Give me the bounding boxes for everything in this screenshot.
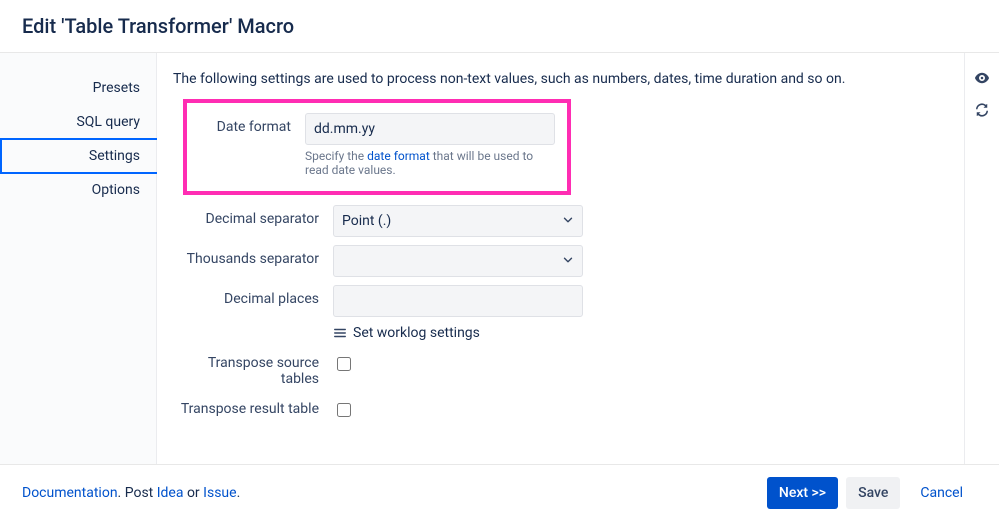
date-format-hint: Specify the date format that will be use…: [305, 149, 555, 177]
dialog-footer: Documentation. Post Idea or Issue. Next …: [0, 465, 999, 520]
transpose-result-checkbox[interactable]: [337, 403, 351, 417]
date-format-input[interactable]: [305, 113, 555, 145]
preview-icon[interactable]: [973, 69, 991, 87]
decimal-places-label: Decimal places: [173, 285, 333, 307]
tab-sql-query[interactable]: SQL query: [0, 105, 156, 139]
menu-icon: [333, 326, 347, 340]
intro-text: The following settings are used to proce…: [173, 71, 948, 87]
footer-links: Documentation. Post Idea or Issue.: [22, 485, 759, 501]
tab-presets[interactable]: Presets: [0, 71, 156, 105]
transpose-source-checkbox[interactable]: [337, 357, 351, 371]
settings-panel: The following settings are used to proce…: [156, 53, 965, 464]
next-button[interactable]: Next >>: [767, 477, 838, 509]
tab-settings[interactable]: Settings: [0, 139, 156, 173]
issue-link[interactable]: Issue: [203, 485, 236, 501]
decimal-separator-label: Decimal separator: [173, 205, 333, 227]
tab-options[interactable]: Options: [0, 173, 156, 207]
dialog-title: Edit 'Table Transformer' Macro: [0, 0, 999, 53]
sidebar: Presets SQL query Settings Options: [0, 53, 156, 464]
transpose-source-label: Transpose source tables: [173, 349, 333, 387]
save-button[interactable]: Save: [846, 477, 900, 509]
worklog-settings-label: Set worklog settings: [353, 325, 480, 341]
dialog-body: Presets SQL query Settings Options The f…: [0, 53, 999, 465]
cancel-button[interactable]: Cancel: [908, 477, 975, 509]
documentation-link[interactable]: Documentation: [22, 485, 118, 501]
date-format-label: Date format: [195, 113, 305, 135]
decimal-places-input[interactable]: [333, 285, 583, 317]
worklog-settings-toggle[interactable]: Set worklog settings: [333, 325, 583, 341]
refresh-icon[interactable]: [973, 101, 991, 119]
transpose-result-label: Transpose result table: [173, 395, 333, 417]
idea-link[interactable]: Idea: [157, 485, 184, 501]
thousands-separator-label: Thousands separator: [173, 245, 333, 267]
decimal-separator-select[interactable]: Point (.): [333, 205, 583, 237]
date-format-highlight: Date format Specify the date format that…: [183, 99, 571, 195]
date-format-link[interactable]: date format: [367, 149, 430, 163]
right-rail: [965, 53, 999, 464]
thousands-separator-select[interactable]: [333, 245, 583, 277]
